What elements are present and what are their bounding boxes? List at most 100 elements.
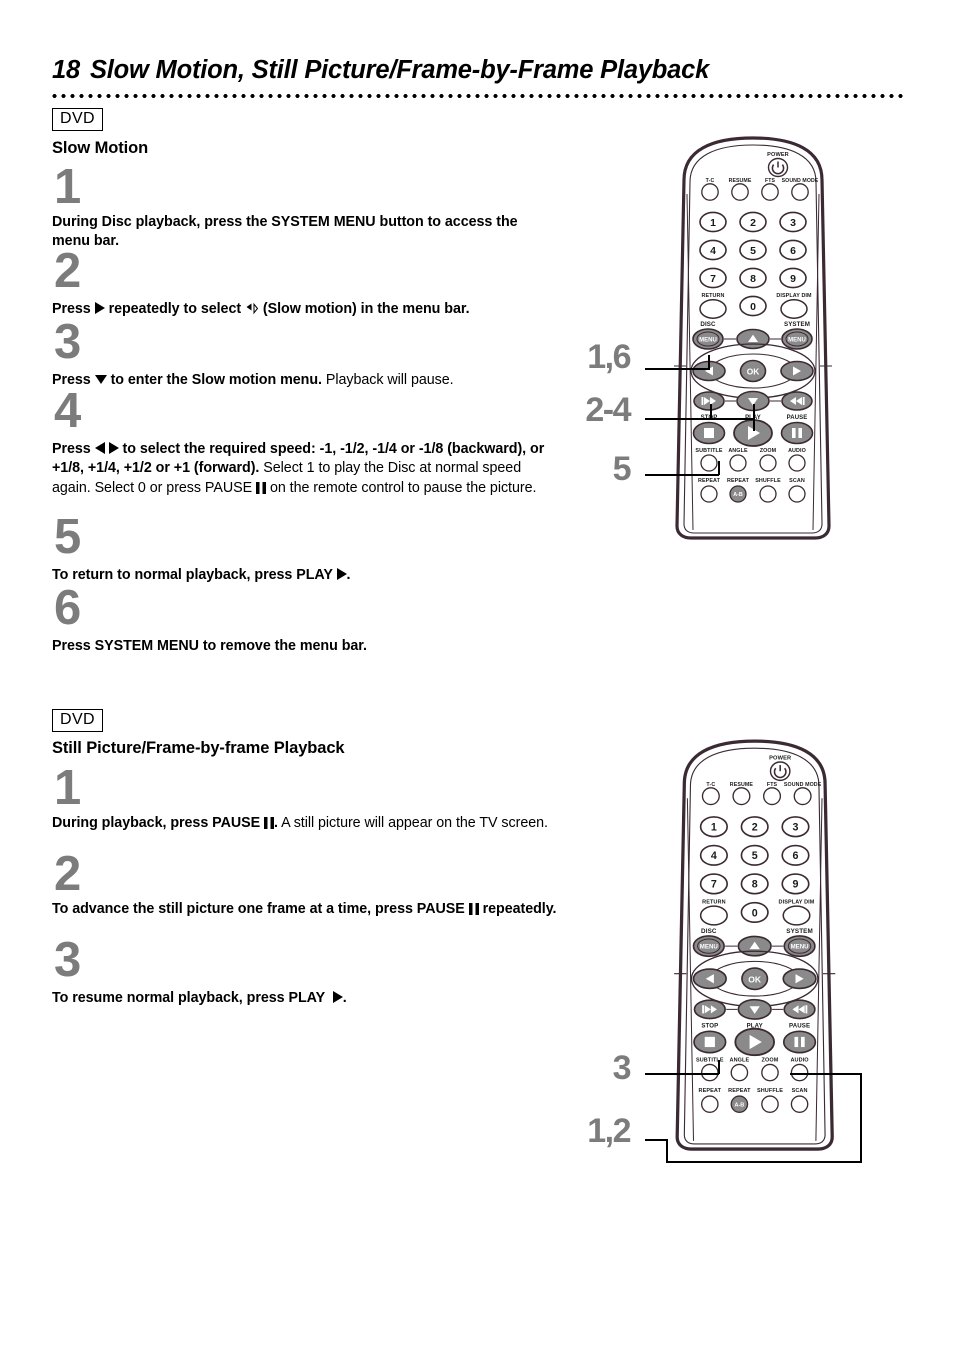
svg-text:PAUSE: PAUSE xyxy=(789,1023,810,1030)
play-arrow-icon xyxy=(94,302,105,314)
pause-icon xyxy=(264,817,275,829)
step-body-1-5: To return to normal playback, press PLAY… xyxy=(52,566,572,585)
svg-text:5: 5 xyxy=(750,245,756,257)
step-text-bold: Press xyxy=(52,441,95,457)
step-text-bold: During Disc playback, press the SYSTEM M… xyxy=(52,214,518,250)
step-text-bold: . xyxy=(346,567,351,583)
callout-leader-1-2-top xyxy=(790,1073,862,1075)
step-body-1-6: Press SYSTEM MENU to remove the menu bar… xyxy=(52,637,572,656)
step-number-2-3: 3 xyxy=(54,933,81,987)
step-text-bold: To return to normal playback, press PLAY xyxy=(52,567,337,583)
svg-text:RESUME: RESUME xyxy=(730,782,754,788)
step-text-plain: A still picture will appear on the TV sc… xyxy=(277,815,548,831)
step-text-bold: (Slow motion) in the menu bar. xyxy=(258,301,470,317)
svg-text:7: 7 xyxy=(711,879,717,891)
svg-text:AUDIO: AUDIO xyxy=(790,1057,809,1063)
svg-text:0: 0 xyxy=(750,301,756,313)
svg-text:7: 7 xyxy=(710,273,716,285)
callout-leader-1-2-bottom xyxy=(666,1161,862,1163)
svg-text:3: 3 xyxy=(793,822,799,834)
svg-text:DISPLAY DIM: DISPLAY DIM xyxy=(776,293,812,299)
svg-text:A-B: A-B xyxy=(733,492,743,498)
svg-text:1: 1 xyxy=(710,217,716,229)
svg-text:9: 9 xyxy=(793,879,799,891)
step-number-1-1: 1 xyxy=(54,160,81,214)
play-arrow-icon xyxy=(336,568,347,580)
svg-text:SCAN: SCAN xyxy=(789,478,805,484)
step-text-bold: to enter the Slow motion menu. xyxy=(106,372,322,388)
step-body-1-1: During Disc playback, press the SYSTEM M… xyxy=(52,213,557,252)
callout-leader-1-6-riser xyxy=(708,355,711,370)
svg-text:SYSTEM: SYSTEM xyxy=(784,321,810,328)
step-text-plain: on the remote control to pause the pictu… xyxy=(266,479,537,496)
svg-text:MENU: MENU xyxy=(788,338,806,344)
step-body-1-2: Press repeatedly to select (Slow motion)… xyxy=(52,300,572,319)
callout-leader-5-riser xyxy=(718,461,720,475)
callout-leader-2-4-span xyxy=(712,418,755,421)
callout-leader-1-2-right xyxy=(860,1073,862,1163)
callout-2-4: 2-4 xyxy=(585,391,631,429)
header-dotted-rule xyxy=(50,94,904,98)
svg-text:1: 1 xyxy=(711,822,717,834)
svg-text:8: 8 xyxy=(752,879,758,891)
svg-text:4: 4 xyxy=(711,850,717,862)
svg-text:SHUFFLE: SHUFFLE xyxy=(755,478,781,484)
step-body-2-3: To resume normal playback, press PLAY . xyxy=(52,989,557,1008)
callout-leader-1-2 xyxy=(645,1139,668,1141)
callout-leader-3-riser xyxy=(718,1060,720,1074)
svg-text:3: 3 xyxy=(790,217,796,229)
right-arrow-icon xyxy=(108,442,119,454)
svg-text:RETURN: RETURN xyxy=(702,899,726,905)
svg-text:DISC: DISC xyxy=(700,321,716,328)
svg-text:ZOOM: ZOOM xyxy=(760,448,777,454)
svg-text:4: 4 xyxy=(710,245,716,257)
step-number-2-1: 1 xyxy=(54,761,81,815)
section-heading-slow-motion: Slow Motion xyxy=(52,139,149,157)
svg-text:ANGLE: ANGLE xyxy=(728,448,748,454)
callout-leader-5 xyxy=(645,474,719,476)
callout-leader-1-6 xyxy=(645,368,710,371)
svg-text:DISPLAY DIM: DISPLAY DIM xyxy=(779,899,815,905)
media-tag-dvd-1: DVD xyxy=(52,108,103,132)
step-body-2-1: During playback, press PAUSE . A still p… xyxy=(52,814,557,833)
callout-leader-2-4-riser-c xyxy=(753,418,756,431)
step-number-1-4: 4 xyxy=(54,384,81,438)
media-tag-dvd-2: DVD xyxy=(52,709,103,733)
svg-text:SOUND MODE: SOUND MODE xyxy=(782,178,819,184)
svg-text:RESUME: RESUME xyxy=(729,178,752,184)
down-arrow-icon xyxy=(94,375,107,384)
svg-text:DISC: DISC xyxy=(701,928,717,935)
svg-text:8: 8 xyxy=(750,273,756,285)
page-number: 18 xyxy=(52,56,80,84)
callout-1-6: 1,6 xyxy=(587,338,631,376)
pause-icon xyxy=(256,481,267,494)
svg-text:MENU: MENU xyxy=(700,944,719,951)
step-text-bold: To advance the still picture one frame a… xyxy=(52,901,469,917)
svg-text:T-C: T-C xyxy=(706,178,715,184)
svg-text:FTS: FTS xyxy=(767,782,778,788)
step-text-bold: During playback, press PAUSE xyxy=(52,815,265,831)
section-heading-still-picture: Still Picture/Frame-by-frame Playback xyxy=(52,739,345,757)
remote-control-illustration-1: POWER T-C RESUME FTS SOUND MODE 1 2 3 4 5 6 7 8 9 RETU… xyxy=(668,134,838,549)
step-number-2-2: 2 xyxy=(54,847,81,901)
step-text-bold: To resume normal playback, press PLAY xyxy=(52,990,329,1006)
step-text-bold: . xyxy=(342,990,347,1006)
step-number-1-5: 5 xyxy=(54,510,81,564)
svg-text:STOP: STOP xyxy=(701,1023,718,1030)
pause-icon xyxy=(468,903,479,915)
svg-text:REPEAT: REPEAT xyxy=(727,478,750,484)
svg-text:RETURN: RETURN xyxy=(701,293,724,299)
remote-control-illustration-2: POWER T-C RESUME FTS SOUND MODE 1 2 3 4 5 6 7 8 9 RETU… xyxy=(668,737,841,1160)
svg-text:0: 0 xyxy=(752,907,758,919)
svg-text:OK: OK xyxy=(747,367,760,377)
callout-1-2: 1,2 xyxy=(587,1112,631,1150)
page-title: 18 Slow Motion, Still Picture/Frame-by-Fr… xyxy=(52,56,709,85)
step-body-2-2: To advance the still picture one frame a… xyxy=(52,900,557,919)
svg-text:2: 2 xyxy=(752,822,758,834)
svg-text:REPEAT: REPEAT xyxy=(698,478,721,484)
svg-text:MENU: MENU xyxy=(699,338,717,344)
svg-text:POWER: POWER xyxy=(769,755,791,761)
svg-text:5: 5 xyxy=(752,850,758,862)
svg-text:POWER: POWER xyxy=(767,152,789,158)
svg-text:6: 6 xyxy=(790,245,796,257)
